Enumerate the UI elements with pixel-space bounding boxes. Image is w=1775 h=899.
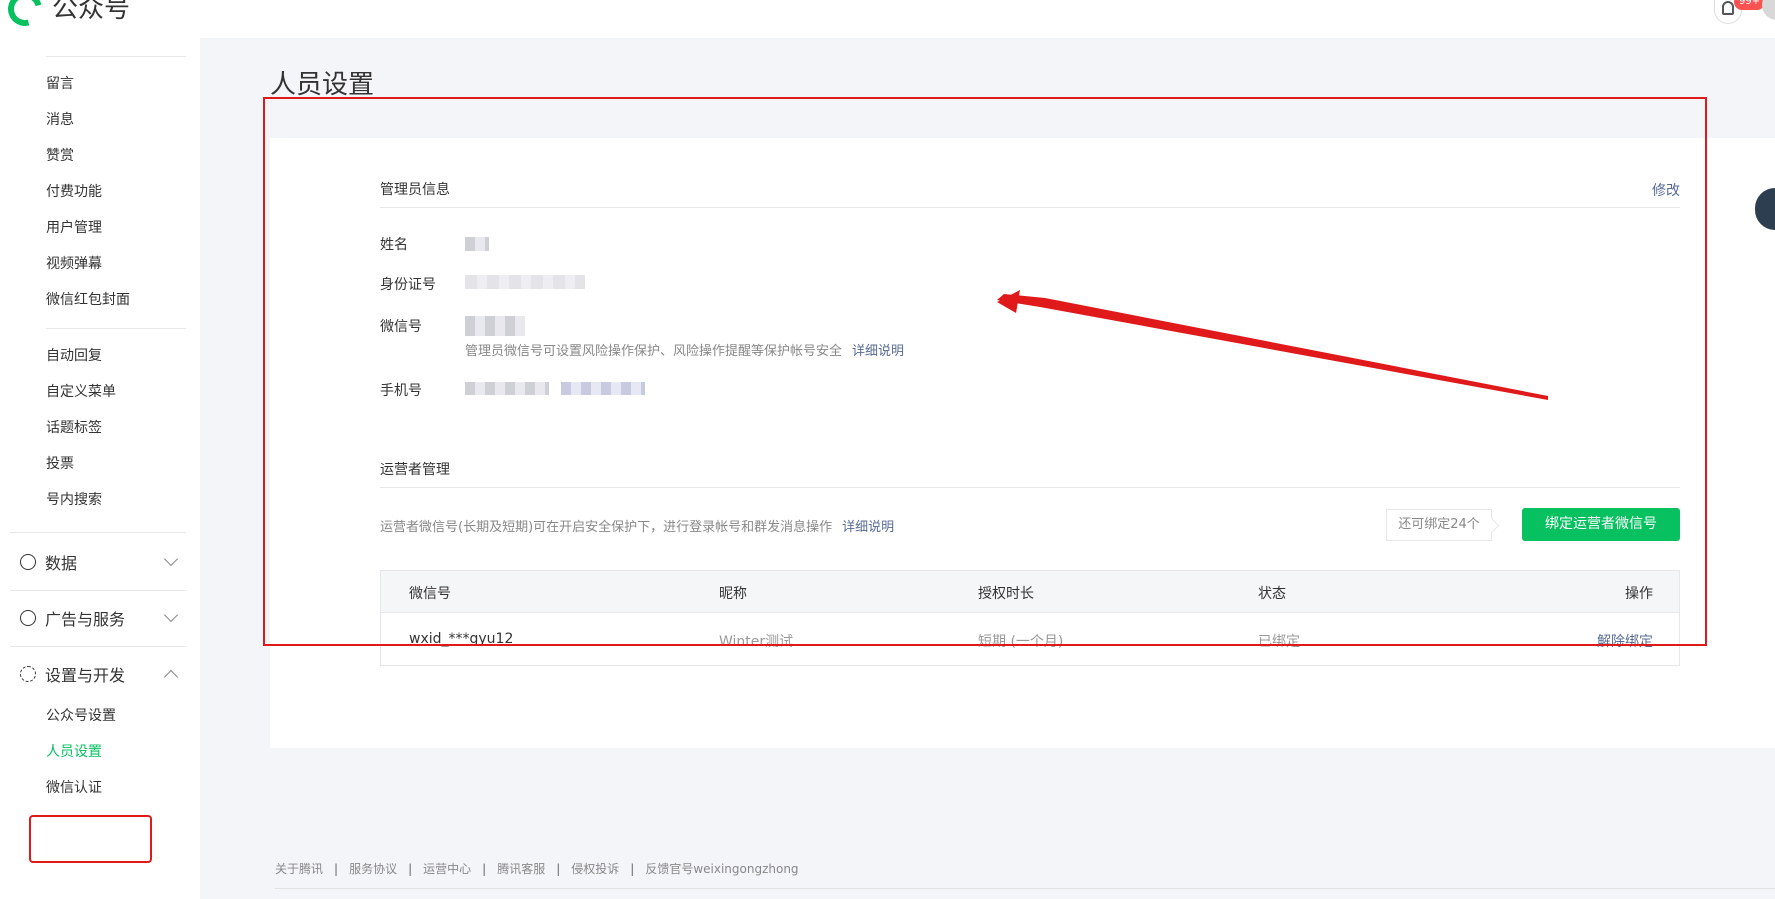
sidebar-item-people-settings[interactable]: 人员设置 xyxy=(46,742,102,762)
modify-link[interactable]: 修改 xyxy=(1652,180,1680,200)
footer-link[interactable]: 反馈官号weixingongzhong xyxy=(645,860,798,877)
footer-separator: | xyxy=(556,861,561,876)
operator-nickname: Winter测试 xyxy=(719,634,794,650)
table-header: 微信号 昵称 授权时长 状态 操作 xyxy=(381,571,1679,613)
column-header: 昵称 xyxy=(719,586,747,602)
name-label: 姓名 xyxy=(380,237,408,253)
operator-duration: 短期 (一个月) xyxy=(978,634,1064,650)
id-number-label: 身份证号 xyxy=(380,277,436,293)
sidebar-group-settings[interactable]: 设置与开发 xyxy=(20,662,180,686)
annotation-highlight-box xyxy=(29,815,152,863)
footer-separator: | xyxy=(630,861,635,876)
sidebar-divider xyxy=(10,532,186,533)
sidebar-divider xyxy=(10,646,186,647)
sidebar-item-comments[interactable]: 留言 xyxy=(46,74,74,94)
footer-link[interactable]: 关于腾讯 xyxy=(275,860,323,877)
wechat-id-value-redacted xyxy=(465,316,525,336)
chevron-down-icon xyxy=(163,551,179,567)
brand-name: 公众号 xyxy=(52,0,131,24)
sidebar-item-auto-reply[interactable]: 自动回复 xyxy=(46,346,102,366)
sidebar-group-data[interactable]: 数据 xyxy=(20,550,180,574)
name-value-redacted xyxy=(465,237,489,251)
sidebar-divider xyxy=(46,328,186,329)
avatar[interactable] xyxy=(1762,0,1775,20)
admin-section-title: 管理员信息 xyxy=(380,182,450,198)
sidebar-item-users[interactable]: 用户管理 xyxy=(46,218,102,238)
chevron-down-icon xyxy=(163,607,179,623)
footer-link[interactable]: 侵权投诉 xyxy=(571,860,619,877)
top-bar: 公众号 99+ xyxy=(0,0,1775,38)
sidebar-item-danmaku[interactable]: 视频弹幕 xyxy=(46,254,102,274)
phone-value-redacted xyxy=(561,382,645,395)
footer-separator: | xyxy=(482,861,487,876)
chevron-up-icon xyxy=(163,669,179,685)
column-header: 操作 xyxy=(1625,586,1653,602)
detail-link[interactable]: 详细说明 xyxy=(842,520,894,535)
operator-wechat-id: wxid_***gyu12 xyxy=(409,631,514,647)
sidebar-item-rewards[interactable]: 赞赏 xyxy=(46,146,74,166)
bind-operator-button[interactable]: 绑定运营者微信号 xyxy=(1522,508,1680,541)
bell-icon xyxy=(1722,1,1734,15)
sidebar-item-topic-tags[interactable]: 话题标签 xyxy=(46,418,102,438)
footer-link[interactable]: 服务协议 xyxy=(349,860,397,877)
sidebar-item-verification[interactable]: 微信认证 xyxy=(46,778,102,798)
sidebar: 留言 消息 赞赏 付费功能 用户管理 视频弹幕 微信红包封面 自动回复 自定义菜… xyxy=(0,38,200,899)
gear-icon xyxy=(20,666,36,682)
sidebar-item-custom-menu[interactable]: 自定义菜单 xyxy=(46,382,116,402)
operator-status: 已绑定 xyxy=(1258,634,1300,650)
sidebar-item-vote[interactable]: 投票 xyxy=(46,454,74,474)
column-header: 微信号 xyxy=(409,586,451,602)
unbind-link[interactable]: 解除绑定 xyxy=(1597,631,1653,651)
phone-label: 手机号 xyxy=(380,383,422,399)
brand-logo[interactable]: 公众号 xyxy=(1,0,131,33)
footer-separator: | xyxy=(408,861,413,876)
operators-table: 微信号 昵称 授权时长 状态 操作 wxid_***gyu12 Winter测试… xyxy=(380,570,1680,666)
remaining-quota: 还可绑定24个 xyxy=(1386,509,1492,541)
footer: 关于腾讯 | 服务协议 | 运营中心 | 腾讯客服 | 侵权投诉 | 反馈官号weixin… xyxy=(275,860,799,877)
footer-separator: | xyxy=(334,861,339,876)
footer-link[interactable]: 腾讯客服 xyxy=(497,860,545,877)
sidebar-item-paid[interactable]: 付费功能 xyxy=(46,182,102,202)
column-header: 授权时长 xyxy=(978,586,1034,602)
sidebar-item-red-packet[interactable]: 微信红包封面 xyxy=(46,290,130,310)
sidebar-group-ads[interactable]: 广告与服务 xyxy=(20,606,180,630)
footer-link[interactable]: 运营中心 xyxy=(423,860,471,877)
chart-icon xyxy=(20,554,36,570)
column-header: 状态 xyxy=(1258,586,1286,602)
sidebar-divider xyxy=(46,56,186,57)
wechat-protection-tip: 管理员微信号可设置风险操作保护、风险操作提醒等保护帐号安全 详细说明 xyxy=(465,344,905,359)
footer-divider xyxy=(275,888,1775,889)
phone-value-redacted xyxy=(465,382,549,395)
sidebar-item-search[interactable]: 号内搜索 xyxy=(46,490,102,510)
id-number-value-redacted xyxy=(465,275,585,289)
section-divider xyxy=(380,487,1680,488)
sidebar-item-messages[interactable]: 消息 xyxy=(46,110,74,130)
sidebar-item-account-settings[interactable]: 公众号设置 xyxy=(46,706,116,726)
notification-badge: 99+ xyxy=(1734,0,1766,10)
wechat-id-label: 微信号 xyxy=(380,319,422,335)
operators-tip: 运营者微信号(长期及短期)可在开启安全保护下，进行登录帐号和群发消息操作 详细说明 xyxy=(380,520,895,535)
wechat-logo-icon xyxy=(1,0,49,33)
compass-icon xyxy=(20,610,36,626)
section-divider xyxy=(380,207,1680,208)
operators-section-title: 运营者管理 xyxy=(380,462,450,478)
detail-link[interactable]: 详细说明 xyxy=(852,344,904,359)
page-title: 人员设置 xyxy=(270,70,375,100)
sidebar-divider xyxy=(10,590,186,591)
